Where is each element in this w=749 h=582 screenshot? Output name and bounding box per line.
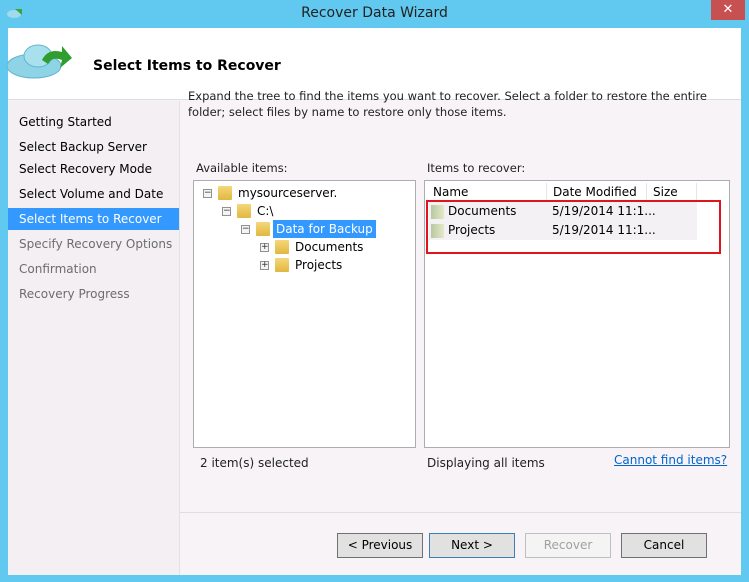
window-title: Recover Data Wizard: [301, 5, 448, 21]
divider: [180, 512, 741, 513]
collapse-icon[interactable]: −: [241, 225, 250, 234]
previous-button[interactable]: < Previous: [337, 533, 423, 558]
folder-icon: [237, 204, 251, 218]
tree-node-c-drive[interactable]: C:\: [257, 202, 273, 220]
close-button[interactable]: ✕: [711, 0, 745, 20]
tree-node-projects[interactable]: Projects: [295, 256, 342, 274]
next-button[interactable]: Next >: [429, 533, 515, 558]
step-recovery-progress: Recovery Progress: [19, 287, 130, 301]
step-select-backup-server: Select Backup Server: [19, 140, 147, 154]
step-confirmation: Confirmation: [19, 262, 97, 276]
collapse-icon[interactable]: −: [203, 189, 212, 198]
step-recovery-options: Specify Recovery Options: [19, 237, 173, 251]
title-bar: Recover Data Wizard ✕: [0, 0, 749, 28]
column-date-modified[interactable]: Date Modified: [547, 183, 647, 201]
display-status: Displaying all items: [427, 456, 545, 470]
selected-count: 2 item(s) selected: [200, 456, 309, 470]
tree-node-data-for-backup[interactable]: Data for Backup: [273, 220, 376, 238]
folder-icon: [218, 186, 232, 200]
step-select-items: Select Items to Recover: [8, 208, 179, 230]
folder-icon: [275, 240, 289, 254]
folder-icon: [275, 258, 289, 272]
column-size[interactable]: Size: [647, 183, 697, 201]
column-name[interactable]: Name: [427, 183, 547, 201]
instructions: Expand the tree to find the items you wa…: [188, 89, 708, 119]
step-select-recovery-mode: Select Recovery Mode: [19, 162, 152, 176]
expand-icon[interactable]: +: [260, 261, 269, 270]
tree-node-server[interactable]: mysourceserver.: [238, 184, 337, 202]
highlight-box: [426, 200, 721, 254]
available-items-tree[interactable]: − mysourceserver. − C:\ − Data for Backu…: [193, 180, 416, 448]
recover-button[interactable]: Recover: [525, 533, 611, 558]
step-select-volume-date: Select Volume and Date: [19, 187, 164, 201]
cloud-recover-icon: [6, 44, 72, 79]
items-to-recover-label: Items to recover:: [427, 161, 526, 175]
folder-icon: [256, 222, 270, 236]
wizard-steps: Getting Started Select Backup Server Sel…: [8, 101, 180, 575]
tree-node-documents[interactable]: Documents: [295, 238, 363, 256]
collapse-icon[interactable]: −: [222, 207, 231, 216]
page-title: Select Items to Recover: [93, 58, 281, 74]
available-items-label: Available items:: [196, 161, 288, 175]
cancel-button[interactable]: Cancel: [621, 533, 707, 558]
step-getting-started: Getting Started: [19, 115, 112, 129]
expand-icon[interactable]: +: [260, 243, 269, 252]
cannot-find-items-link[interactable]: Cannot find items?: [614, 453, 727, 467]
